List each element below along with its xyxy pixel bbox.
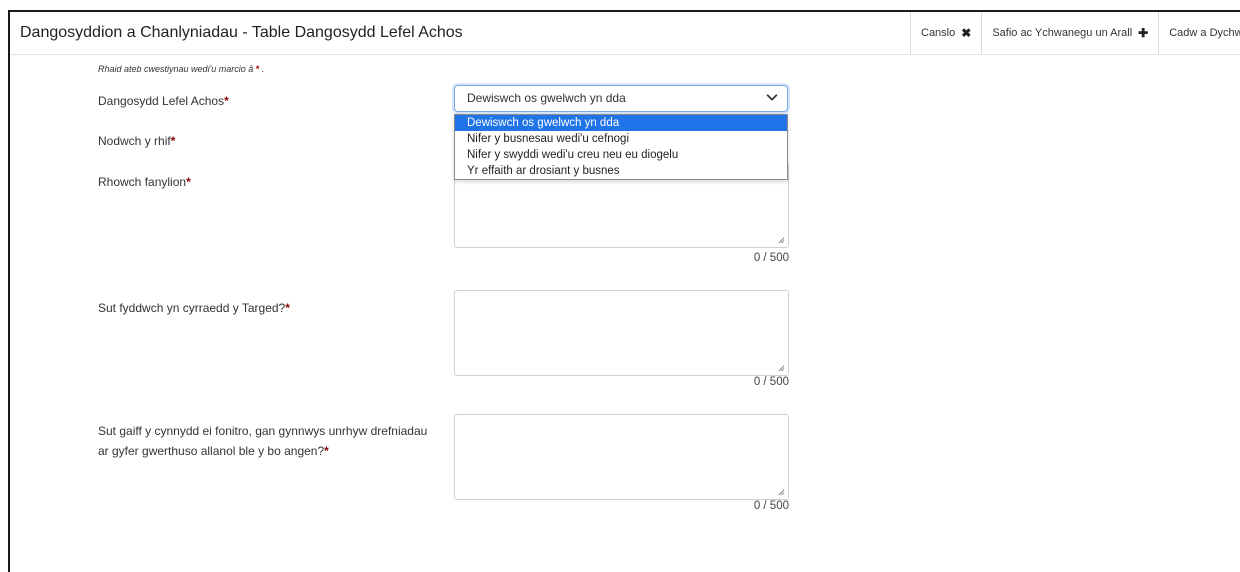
monitoring-char-counter: 0 / 500 [753,500,789,512]
required-asterisk: * [170,134,176,148]
indicator-option[interactable]: Nifer y swyddi wedi'u creu neu eu diogel… [455,147,787,163]
target-textarea[interactable] [454,290,789,376]
chevron-down-icon [766,94,778,101]
indicator-option[interactable]: Yr effaith ar drosiant y busnes [455,163,787,179]
plus-icon: ✚ [1138,26,1149,40]
resize-handle-icon[interactable] [776,487,785,496]
indicator-label: Dangosydd Lefel Achos* [98,94,229,108]
required-asterisk: * [324,444,329,458]
save-and-add-label: Safio ac Ychwanegu un Arall [992,27,1133,39]
target-label: Sut fyddwch yn cyrraedd y Targed?* [98,301,290,315]
save-and-return-button[interactable]: Cadw a Dychwelyd [1158,12,1240,54]
indicator-option[interactable]: Nifer y busnesau wedi'u cefnogi [455,131,787,147]
indicator-select[interactable]: Dewiswch os gwelwch yn dda [454,85,788,112]
resize-handle-icon[interactable] [776,235,785,244]
required-fields-note: Rhaid ateb cwestiynau wedi'u marcio â * … [98,64,265,74]
close-icon: ✖ [961,26,972,40]
required-asterisk: * [186,175,191,189]
target-char-counter: 0 / 500 [753,376,789,388]
number-label: Nodwch y rhif* [98,134,176,148]
indicator-option[interactable]: Dewiswch os gwelwch yn dda [455,115,787,131]
monitoring-textarea[interactable] [454,414,789,500]
required-asterisk: * [285,301,290,315]
indicator-selected-value: Dewiswch os gwelwch yn dda [467,91,626,105]
required-asterisk: * [224,94,229,108]
save-and-return-label: Cadw a Dychwelyd [1169,27,1240,39]
page-title: Dangosyddion a Chanlyniadau - Table Dang… [20,24,463,41]
monitoring-label: Sut gaiff y cynnydd ei fonitro, gan gynn… [98,424,428,458]
details-char-counter: 0 / 500 [753,252,789,264]
cancel-button[interactable]: Canslo ✖ [910,12,982,54]
details-label: Rhowch fanylion* [98,175,191,189]
header-bar: Dangosyddion a Chanlyniadau - Table Dang… [10,12,1240,55]
action-toolbar: Canslo ✖ Safio ac Ychwanegu un Arall ✚ C… [910,12,1240,54]
cancel-label: Canslo [921,27,956,39]
save-and-add-another-button[interactable]: Safio ac Ychwanegu un Arall ✚ [981,12,1159,54]
resize-handle-icon[interactable] [776,363,785,372]
indicator-options-list: Dewiswch os gwelwch yn dda Nifer y busne… [454,114,788,180]
required-marker: * [255,64,260,74]
